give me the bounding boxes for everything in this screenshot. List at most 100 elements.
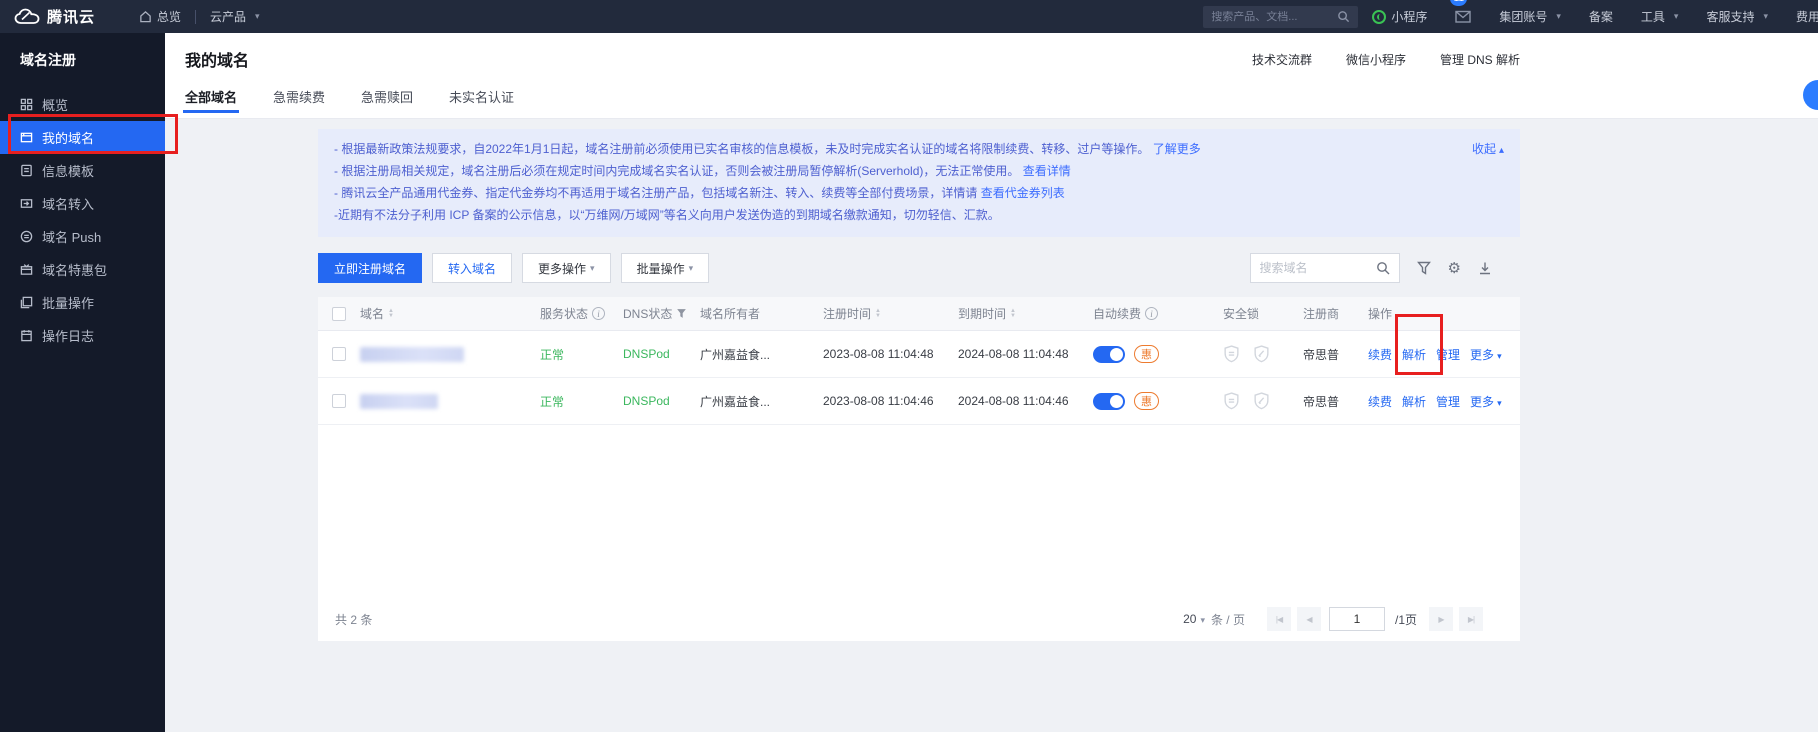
- topbar-products-menu[interactable]: 云产品: [196, 0, 274, 33]
- home-icon: [139, 10, 152, 23]
- tab-all-domains[interactable]: 全部域名: [185, 85, 237, 118]
- info-icon[interactable]: [1145, 307, 1158, 320]
- sidebar-item-label: 域名特惠包: [42, 260, 107, 279]
- resolve-link[interactable]: 解析: [1402, 346, 1426, 363]
- blurred-domain-name[interactable]: [360, 394, 438, 409]
- next-page-button[interactable]: ▶: [1429, 607, 1453, 631]
- info-icon[interactable]: [592, 307, 605, 320]
- topbar-billing-label: 费用: [1796, 8, 1818, 25]
- expire-time: 2024-08-08 11:04:48: [958, 347, 1093, 361]
- page-number-input[interactable]: [1329, 607, 1385, 631]
- brand-name: 腾讯云: [47, 6, 95, 27]
- col-registrar: 注册商: [1303, 305, 1339, 322]
- shield-transfer-lock-icon[interactable]: [1223, 345, 1240, 363]
- table-row: 正常 DNSPod 广州嘉益食... 2023-08-08 11:04:46 2…: [318, 378, 1520, 425]
- topbar-billing-menu[interactable]: 费用: [1782, 0, 1818, 33]
- register-domain-button[interactable]: 立即注册域名: [318, 253, 422, 283]
- table-footer: 共 2 条 20 条 / 页 |◀ ◀ /1页 ▶ ▶|: [318, 597, 1520, 641]
- sidebar-item-domain-push[interactable]: 域名 Push: [0, 220, 165, 253]
- sidebar-item-overview[interactable]: 概览: [0, 88, 165, 121]
- domain-search-input[interactable]: [1260, 261, 1370, 275]
- transfer-in-button[interactable]: 转入域名: [432, 253, 512, 283]
- select-all-checkbox[interactable]: [332, 307, 346, 321]
- topbar-search[interactable]: [1203, 6, 1358, 28]
- tab-renew-soon[interactable]: 急需续费: [273, 85, 325, 118]
- link-voucher-list[interactable]: 查看代金券列表: [981, 186, 1065, 200]
- col-service-status: 服务状态: [540, 305, 588, 322]
- registrar: 帝思普: [1303, 346, 1368, 363]
- more-link[interactable]: 更多: [1470, 393, 1502, 410]
- link-view-details[interactable]: 查看详情: [1023, 164, 1071, 178]
- page-size-select[interactable]: 20: [1183, 612, 1205, 626]
- shield-update-lock-icon[interactable]: [1253, 392, 1270, 410]
- more-operations-button[interactable]: 更多操作: [522, 253, 611, 283]
- row-checkbox[interactable]: [332, 347, 346, 361]
- shield-transfer-lock-icon[interactable]: [1223, 392, 1240, 410]
- total-pages-label: /1页: [1395, 611, 1417, 628]
- last-page-button[interactable]: ▶|: [1459, 607, 1483, 631]
- shield-update-lock-icon[interactable]: [1253, 345, 1270, 363]
- col-dns-status: DNS状态: [623, 305, 672, 322]
- gear-icon[interactable]: ⚙: [1448, 261, 1461, 276]
- sidebar-item-info-template[interactable]: 信息模板: [0, 154, 165, 187]
- filter-icon[interactable]: [676, 308, 687, 319]
- first-page-button[interactable]: |◀: [1267, 607, 1291, 631]
- domain-search[interactable]: [1250, 253, 1400, 283]
- prev-page-button[interactable]: ◀: [1297, 607, 1321, 631]
- topbar-miniprogram[interactable]: 小程序: [1358, 0, 1441, 33]
- topbar-tools-menu[interactable]: 工具: [1627, 0, 1693, 33]
- collapse-notice-button[interactable]: 收起: [1472, 138, 1504, 162]
- sidebar-item-transfer-in[interactable]: 域名转入: [0, 187, 165, 220]
- sidebar-item-my-domains[interactable]: 我的域名: [0, 121, 165, 154]
- renew-link[interactable]: 续费: [1368, 393, 1392, 410]
- topbar-account-menu[interactable]: 集团账号: [1485, 0, 1575, 33]
- download-icon[interactable]: [1478, 261, 1492, 275]
- topbar-messages[interactable]: 11: [1441, 0, 1485, 33]
- grid-icon: [20, 98, 33, 111]
- topbar-products-label: 云产品: [210, 8, 246, 25]
- sort-icon[interactable]: [1010, 309, 1016, 318]
- more-link[interactable]: 更多: [1470, 346, 1502, 363]
- pagination: 20 条 / 页 |◀ ◀ /1页 ▶ ▶|: [1183, 607, 1483, 631]
- topbar-beian[interactable]: 备案: [1575, 0, 1627, 33]
- search-icon[interactable]: [1376, 261, 1390, 275]
- sidebar-item-batch-operations[interactable]: 批量操作: [0, 286, 165, 319]
- resolve-link[interactable]: 解析: [1402, 393, 1426, 410]
- topbar-search-input[interactable]: [1211, 11, 1331, 23]
- promo-badge[interactable]: 惠: [1134, 392, 1159, 410]
- auto-renew-toggle[interactable]: [1093, 393, 1125, 410]
- tab-not-verified[interactable]: 未实名认证: [449, 85, 514, 118]
- link-tech-group[interactable]: 技术交流群: [1252, 51, 1312, 68]
- service-status: 正常: [540, 346, 623, 363]
- sidebar-item-discount-package[interactable]: 域名特惠包: [0, 253, 165, 286]
- renew-link[interactable]: 续费: [1368, 346, 1392, 363]
- dns-status[interactable]: DNSPod: [623, 347, 700, 361]
- link-wechat-miniprogram[interactable]: 微信小程序: [1346, 51, 1406, 68]
- per-page-label: 条 / 页: [1211, 611, 1245, 628]
- filter-icon[interactable]: [1417, 261, 1431, 275]
- col-owner: 域名所有者: [700, 305, 760, 322]
- batch-operations-button[interactable]: 批量操作: [621, 253, 710, 283]
- search-icon[interactable]: [1337, 10, 1350, 23]
- sort-icon[interactable]: [875, 309, 881, 318]
- dns-status[interactable]: DNSPod: [623, 394, 700, 408]
- tab-redeem-soon[interactable]: 急需赎回: [361, 85, 413, 118]
- manage-link[interactable]: 管理: [1436, 346, 1460, 363]
- topbar-support-menu[interactable]: 客服支持: [1692, 0, 1782, 33]
- miniprogram-icon: [1372, 10, 1386, 24]
- topbar-overview[interactable]: 总览: [125, 0, 195, 33]
- link-manage-dns[interactable]: 管理 DNS 解析: [1440, 51, 1520, 68]
- link-learn-more[interactable]: 了解更多: [1153, 142, 1201, 156]
- auto-renew-toggle[interactable]: [1093, 346, 1125, 363]
- document-icon: [20, 164, 33, 177]
- blurred-domain-name[interactable]: [360, 347, 464, 362]
- manage-link[interactable]: 管理: [1436, 393, 1460, 410]
- sidebar-item-operation-logs[interactable]: 操作日志: [0, 319, 165, 352]
- sort-icon[interactable]: [388, 309, 394, 318]
- row-checkbox[interactable]: [332, 394, 346, 408]
- promo-badge[interactable]: 惠: [1134, 345, 1159, 363]
- sidebar-item-label: 域名转入: [42, 194, 94, 213]
- tencent-cloud-logo[interactable]: 腾讯云: [0, 6, 125, 27]
- notice-line: - 腾讯云全产品通用代金券、指定代金券均不再适用于域名注册产品，包括域名新注、转…: [334, 182, 1504, 204]
- notice-line: - 根据注册局相关规定，域名注册后必须在规定时间内完成域名实名认证，否则会被注册…: [334, 160, 1504, 182]
